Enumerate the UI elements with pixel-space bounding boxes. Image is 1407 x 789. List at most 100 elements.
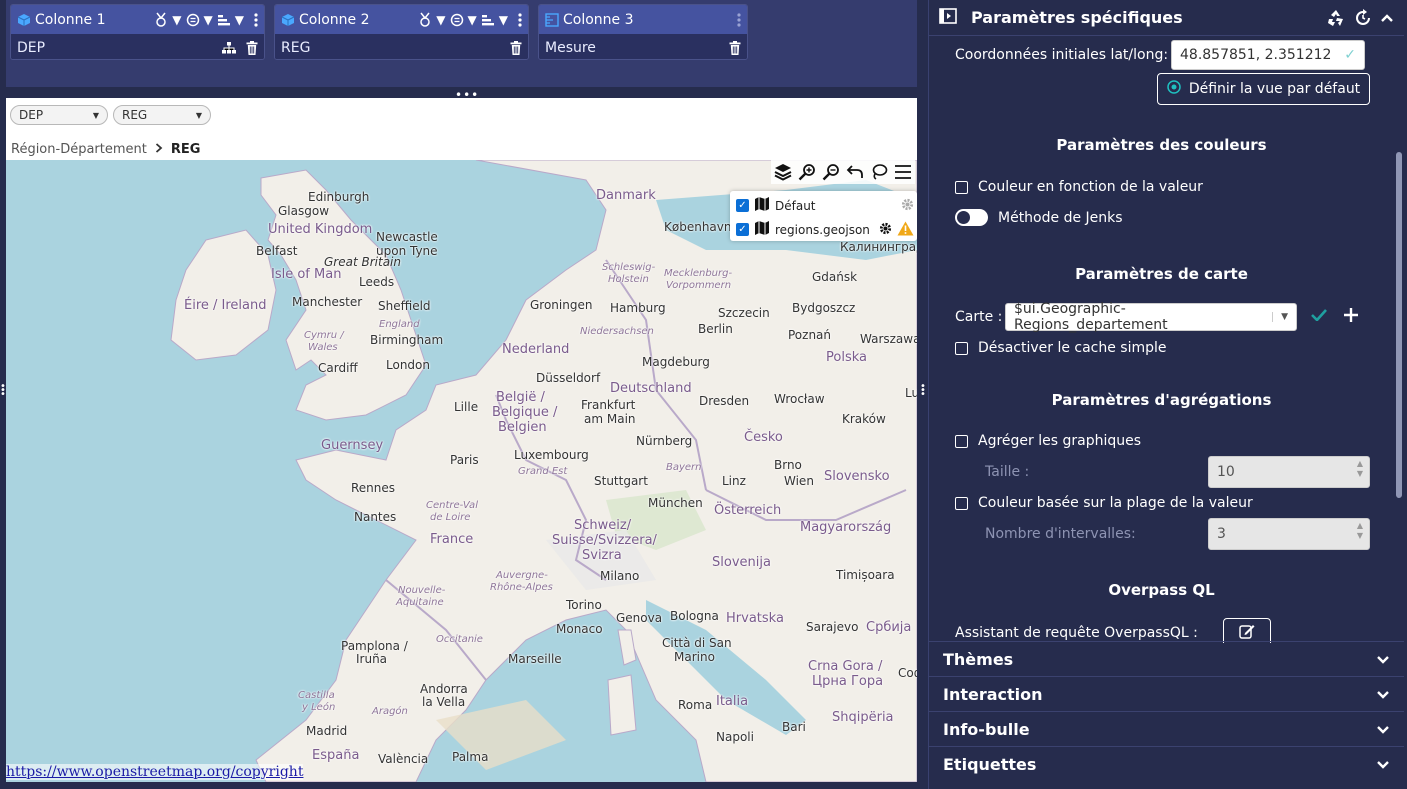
- medal-icon[interactable]: [154, 12, 168, 28]
- color-by-value-checkbox[interactable]: [955, 180, 968, 194]
- intervals-input[interactable]: 3 ▲ ▼: [1208, 518, 1370, 550]
- layer-row-default[interactable]: ✓ Défaut: [736, 196, 914, 215]
- settings-scrollbar[interactable]: [1396, 152, 1402, 498]
- collapse-panel-icon[interactable]: [939, 7, 957, 28]
- map-view[interactable]: Edinburgh Glasgow United Kingdom Newcast…: [6, 160, 917, 782]
- trash-icon[interactable]: [246, 40, 258, 55]
- map-label: London: [386, 358, 430, 372]
- map-label: Torino: [566, 598, 602, 612]
- column-card-1[interactable]: Colonne 1 ▼ ▼ ▼ DEP: [10, 4, 265, 60]
- default-view-button[interactable]: Définir la vue par défaut: [1157, 73, 1370, 105]
- filter-select-dep[interactable]: DEP ▼: [10, 105, 108, 125]
- undo-icon[interactable]: [845, 162, 865, 182]
- layer-checkbox[interactable]: ✓: [736, 223, 749, 236]
- size-input[interactable]: 10 ▲ ▼: [1208, 456, 1370, 488]
- caret-down-icon[interactable]: ▼: [499, 13, 508, 27]
- more-vert-icon[interactable]: [518, 12, 522, 27]
- map-label: Shqipëria: [832, 710, 894, 725]
- warning-icon[interactable]: [897, 221, 914, 239]
- accordion-tooltip[interactable]: Info-bulle: [929, 711, 1404, 746]
- zoom-out-icon[interactable]: [821, 162, 841, 182]
- trash-icon[interactable]: [510, 40, 522, 55]
- map-label: Schleswig-: [602, 262, 656, 273]
- medal-icon[interactable]: [418, 12, 432, 28]
- map-label: y León: [302, 702, 336, 713]
- map-select[interactable]: $ui.Geographic-Regions_departement ▼: [1005, 301, 1297, 333]
- trash-icon[interactable]: [729, 40, 741, 55]
- layers-icon[interactable]: [773, 162, 793, 182]
- layer-checkbox[interactable]: ✓: [736, 199, 749, 212]
- color-range-checkbox[interactable]: [955, 496, 968, 510]
- caret-down-icon[interactable]: ▼: [235, 13, 244, 27]
- hierarchy-icon[interactable]: [222, 41, 236, 54]
- caret-down-icon[interactable]: ▼: [436, 13, 445, 27]
- menu-icon[interactable]: [893, 162, 913, 182]
- recycle-icon[interactable]: [1326, 9, 1346, 27]
- chevron-up-icon[interactable]: [1380, 13, 1394, 23]
- more-vert-icon[interactable]: [737, 12, 741, 27]
- map-label: Grand Est: [518, 466, 568, 477]
- column-card-3[interactable]: Colonne 3 Mesure: [538, 4, 748, 60]
- map-label: Roma: [678, 698, 713, 712]
- map-label: Italia: [716, 694, 749, 709]
- caret-down-icon[interactable]: ▼: [204, 13, 213, 27]
- sort-bars-icon[interactable]: [481, 13, 495, 27]
- disable-cache-checkbox[interactable]: [955, 341, 968, 355]
- check-icon[interactable]: [1311, 309, 1327, 325]
- column-header-2[interactable]: Colonne 2 ▼ ▼ ▼: [275, 5, 528, 34]
- accordion-themes[interactable]: Thèmes: [929, 641, 1404, 676]
- sort-bars-icon[interactable]: [217, 13, 231, 27]
- zoom-in-icon[interactable]: [797, 162, 817, 182]
- accordion-interaction[interactable]: Interaction: [929, 676, 1404, 711]
- more-vert-icon[interactable]: [254, 12, 258, 27]
- ruler-icon: [545, 12, 559, 27]
- settings-scroll-area[interactable]: Coordonnées initiales lat/long: 48.85785…: [929, 37, 1404, 643]
- check-icon[interactable]: ✓: [1344, 47, 1356, 63]
- plus-icon[interactable]: [1343, 307, 1359, 327]
- intervals-value: 3: [1217, 526, 1226, 542]
- column-card-2[interactable]: Colonne 2 ▼ ▼ ▼ REG: [274, 4, 529, 60]
- disable-cache-row[interactable]: Désactiver le cache simple: [955, 340, 1167, 356]
- spinner-icon[interactable]: ▲ ▼: [1357, 521, 1363, 541]
- cube-icon: [281, 13, 295, 27]
- map-label: Slovenija: [712, 555, 771, 570]
- map-label: Isle of Man: [271, 267, 342, 282]
- gear-icon[interactable]: [901, 198, 914, 214]
- jenks-label: Méthode de Jenks: [998, 209, 1123, 226]
- overpass-edit-button[interactable]: [1223, 618, 1271, 643]
- filter-select-label: REG: [122, 108, 148, 122]
- disable-cache-label: Désactiver le cache simple: [978, 340, 1167, 356]
- chevron-down-icon: [1376, 755, 1390, 774]
- equal-circle-icon[interactable]: [450, 13, 464, 27]
- caret-down-icon[interactable]: ▼: [172, 13, 181, 27]
- color-range-row[interactable]: Couleur basée sur la plage de la valeur: [955, 495, 1253, 511]
- agg-charts-row[interactable]: Agréger les graphiques: [955, 433, 1141, 449]
- filter-select-reg[interactable]: REG ▼: [113, 105, 211, 125]
- caret-down-icon[interactable]: ▼: [468, 13, 477, 27]
- default-view-label: Définir la vue par défaut: [1188, 81, 1361, 97]
- map-label: Gdańsk: [812, 270, 858, 284]
- map-label: Mecklenburg-: [664, 268, 733, 279]
- color-by-value-row[interactable]: Couleur en fonction de la valeur: [955, 179, 1203, 195]
- column-field: Mesure: [545, 39, 596, 56]
- coords-input[interactable]: 48.857851, 2.351212 ✓: [1171, 40, 1365, 70]
- agg-charts-checkbox[interactable]: [955, 434, 968, 448]
- column-bar: Colonne 1 ▼ ▼ ▼ DEP Colonne 2 ▼ ▼ ▼ REG …: [6, 0, 917, 87]
- accordion-labels[interactable]: Etiquettes: [929, 746, 1404, 781]
- map-label: Bologna: [670, 609, 719, 623]
- column-header-3[interactable]: Colonne 3: [539, 5, 747, 34]
- map-label: Dresden: [699, 394, 750, 408]
- lasso-icon[interactable]: [869, 162, 889, 182]
- gear-icon[interactable]: [879, 222, 892, 238]
- breadcrumb-parent[interactable]: Région-Département: [11, 142, 147, 157]
- layer-row-regions[interactable]: ✓ regions.geojson: [736, 220, 914, 239]
- jenks-row[interactable]: Méthode de Jenks: [955, 209, 1123, 226]
- spinner-icon[interactable]: ▲ ▼: [1357, 459, 1363, 479]
- refresh-icon[interactable]: [1354, 8, 1372, 27]
- chevron-down-icon: [1376, 650, 1390, 669]
- attribution-link[interactable]: https://www.openstreetmap.org/copyright: [6, 764, 304, 780]
- column-header-1[interactable]: Colonne 1 ▼ ▼ ▼: [11, 5, 264, 34]
- resize-handle-right[interactable]: • • •: [920, 382, 926, 400]
- jenks-toggle[interactable]: [955, 209, 988, 226]
- equal-circle-icon[interactable]: [186, 13, 200, 27]
